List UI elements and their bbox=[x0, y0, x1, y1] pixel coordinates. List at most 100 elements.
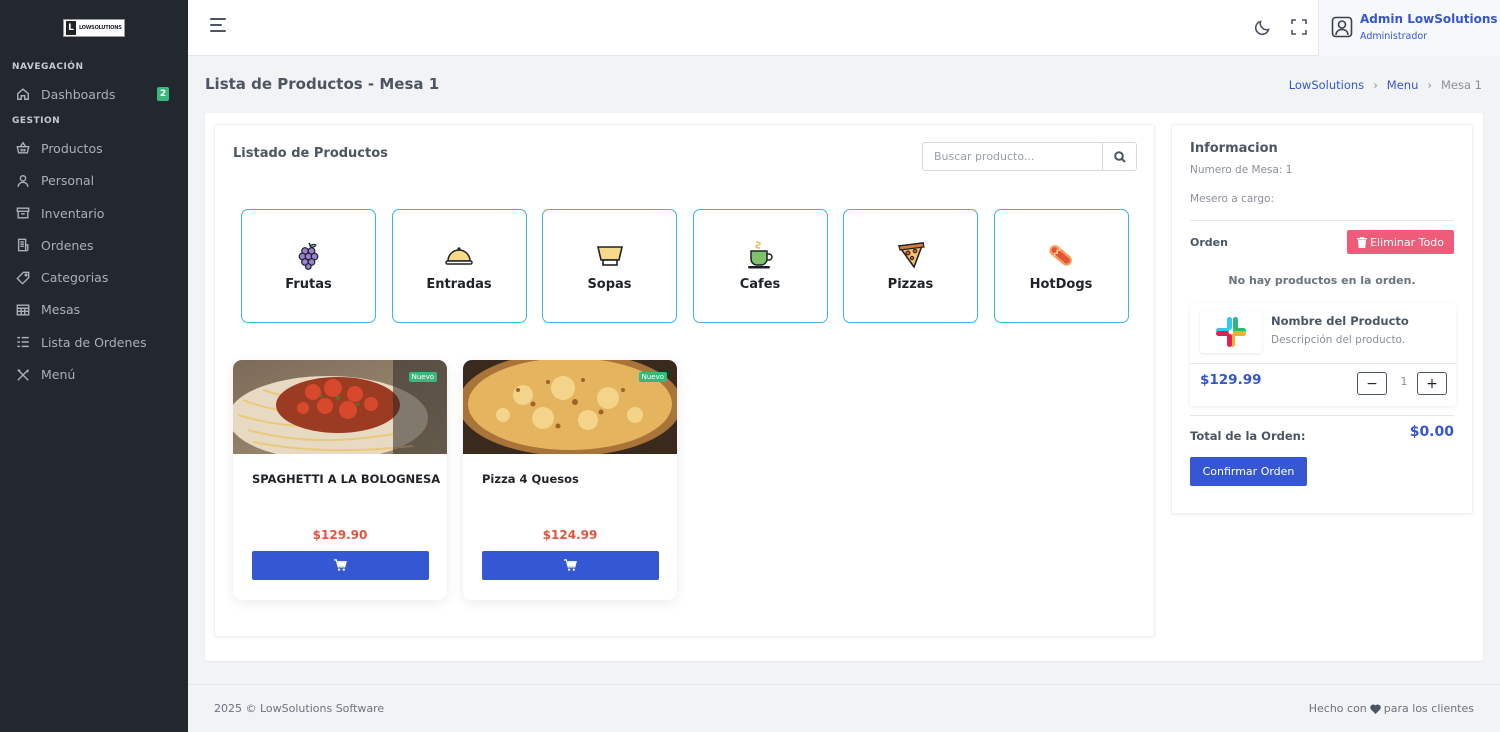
coffee-icon bbox=[748, 241, 773, 269]
product-card: Nuevo SPAGHETTI A LA BOLOGNESA $129.90 bbox=[233, 360, 447, 600]
category-label: Frutas bbox=[285, 277, 332, 292]
sidebar-item-personal[interactable]: Personal bbox=[0, 165, 188, 197]
footer-credit: Hecho con para los clientes bbox=[1309, 702, 1474, 715]
footer-credit-prefix: Hecho con bbox=[1308, 702, 1367, 715]
cart-icon bbox=[564, 559, 577, 571]
add-to-cart-button[interactable] bbox=[252, 551, 429, 580]
breadcrumb-current: Mesa 1 bbox=[1440, 78, 1482, 92]
sidebar-item-menu[interactable]: Menú bbox=[0, 358, 188, 390]
add-to-cart-button[interactable] bbox=[482, 551, 659, 580]
product-image: Nuevo bbox=[463, 360, 677, 456]
delete-all-button[interactable]: Eliminar Todo bbox=[1347, 230, 1454, 254]
pizza-icon bbox=[897, 242, 925, 269]
search-icon bbox=[1113, 150, 1126, 163]
category-card-pizzas[interactable]: Pizzas bbox=[843, 209, 978, 323]
product-name: SPAGHETTI A LA BOLOGNESA bbox=[252, 472, 441, 486]
category-card-cafes[interactable]: Cafes bbox=[692, 209, 828, 323]
trash-icon bbox=[1357, 236, 1368, 248]
category-label: Sopas bbox=[587, 277, 632, 292]
category-label: Pizzas bbox=[887, 277, 934, 292]
product-name: Pizza 4 Quesos bbox=[482, 472, 579, 486]
sidebar-item-lista-de-ordenes[interactable]: Lista de Ordenes bbox=[0, 326, 188, 358]
sidebar-item-ordenes[interactable]: Ordenes bbox=[0, 229, 188, 261]
breadcrumb: LowSolutions › Menu › Mesa 1 bbox=[1289, 78, 1482, 92]
sidebar-item-label: Dashboards bbox=[41, 86, 116, 102]
sidebar: L LOWSOLUTIONS NAVEGACIÓN Dashboards 2 G… bbox=[0, 0, 188, 732]
slack-logo-icon bbox=[1200, 311, 1262, 353]
search-input[interactable] bbox=[923, 143, 1102, 170]
order-item-price: $129.99 bbox=[1200, 372, 1262, 388]
dashboards-badge: 2 bbox=[157, 87, 169, 101]
archive-icon bbox=[16, 207, 30, 219]
order-total-label: Total de la Orden: bbox=[1190, 429, 1306, 443]
table-icon bbox=[16, 304, 30, 316]
order-item-description: Descripción del producto. bbox=[1271, 334, 1406, 346]
cloche-icon bbox=[445, 247, 473, 265]
footer-copyright: 2025 © LowSolutions Software bbox=[214, 702, 385, 715]
user-avatar-icon bbox=[1331, 16, 1353, 38]
product-price: $129.90 bbox=[312, 528, 368, 542]
search-button[interactable] bbox=[1102, 143, 1136, 170]
basket-icon bbox=[16, 141, 30, 154]
user-name: Admin LowSolutions bbox=[1360, 12, 1498, 26]
confirm-order-button[interactable]: Confirmar Orden bbox=[1190, 457, 1307, 486]
info-title: Informacion bbox=[1190, 141, 1278, 156]
menu-toggle-icon[interactable] bbox=[210, 18, 228, 36]
logo-mark: L bbox=[66, 21, 76, 35]
moon-icon[interactable] bbox=[1254, 18, 1274, 38]
sidebar-item-dashboards[interactable]: Dashboards 2 bbox=[0, 78, 188, 110]
sidebar-item-label: Personal bbox=[41, 173, 95, 189]
decrease-quantity-button[interactable]: − bbox=[1357, 372, 1387, 395]
minus-icon: − bbox=[1366, 375, 1378, 392]
breadcrumb-link[interactable]: Menu bbox=[1387, 78, 1419, 92]
table-number: Numero de Mesa: 1 bbox=[1190, 164, 1293, 176]
category-list: Frutas Entradas Sopas Cafes Pizzas HotDo… bbox=[241, 209, 1129, 323]
product-price: $124.99 bbox=[542, 528, 598, 542]
footer-credit-suffix: para los clientes bbox=[1383, 702, 1474, 715]
brand-logo: L LOWSOLUTIONS bbox=[63, 19, 125, 37]
sidebar-item-inventario[interactable]: Inventario bbox=[0, 197, 188, 229]
user-menu[interactable]: Admin LowSolutions Administrador bbox=[1318, 0, 1500, 56]
sidebar-item-label: Ordenes bbox=[41, 237, 94, 253]
page-title: Lista de Productos - Mesa 1 bbox=[205, 75, 440, 93]
sidebar-item-label: Menú bbox=[41, 367, 76, 383]
sidebar-item-categorias[interactable]: Categorias bbox=[0, 261, 188, 293]
divider bbox=[1190, 363, 1456, 364]
brand[interactable]: L LOWSOLUTIONS bbox=[0, 0, 188, 56]
order-item-name: Nombre del Producto bbox=[1271, 314, 1409, 328]
delete-all-label: Eliminar Todo bbox=[1370, 235, 1444, 249]
order-label: Orden bbox=[1190, 236, 1228, 249]
divider bbox=[1190, 220, 1454, 221]
receipt-icon bbox=[17, 238, 29, 252]
increase-quantity-button[interactable]: + bbox=[1417, 372, 1447, 395]
new-badge: Nuevo bbox=[638, 372, 667, 382]
utensils-icon bbox=[17, 368, 29, 381]
grapes-icon bbox=[298, 242, 318, 270]
user-icon bbox=[17, 174, 29, 187]
breadcrumb-link[interactable]: LowSolutions bbox=[1289, 78, 1365, 92]
user-role: Administrador bbox=[1360, 31, 1428, 42]
chevron-right-icon: › bbox=[1373, 78, 1378, 92]
category-label: Entradas bbox=[426, 277, 492, 292]
divider bbox=[1190, 415, 1454, 416]
new-badge: Nuevo bbox=[408, 372, 437, 382]
sidebar-item-label: Inventario bbox=[41, 205, 105, 221]
nav-section-title: NAVEGACIÓN bbox=[12, 62, 84, 72]
sidebar-item-label: Productos bbox=[41, 140, 103, 156]
category-card-entradas[interactable]: Entradas bbox=[391, 209, 527, 323]
order-total-value: $0.00 bbox=[1409, 424, 1454, 440]
category-card-hotdogs[interactable]: HotDogs bbox=[993, 209, 1129, 323]
waiter-label: Mesero a cargo: bbox=[1190, 193, 1275, 205]
fullscreen-icon[interactable] bbox=[1290, 18, 1310, 38]
tag-icon bbox=[16, 271, 30, 285]
nav-section-title: GESTION bbox=[12, 116, 61, 127]
sidebar-item-productos[interactable]: Productos bbox=[0, 132, 188, 164]
category-card-sopas[interactable]: Sopas bbox=[542, 209, 677, 323]
sidebar-item-mesas[interactable]: Mesas bbox=[0, 294, 188, 326]
products-panel: Listado de Productos Frutas bbox=[214, 124, 1155, 637]
category-label: Cafes bbox=[739, 277, 781, 292]
bowl-icon bbox=[596, 246, 623, 266]
category-card-frutas[interactable]: Frutas bbox=[241, 209, 376, 323]
home-icon bbox=[17, 88, 29, 101]
order-item: Nombre del Producto Descripción del prod… bbox=[1190, 303, 1456, 406]
